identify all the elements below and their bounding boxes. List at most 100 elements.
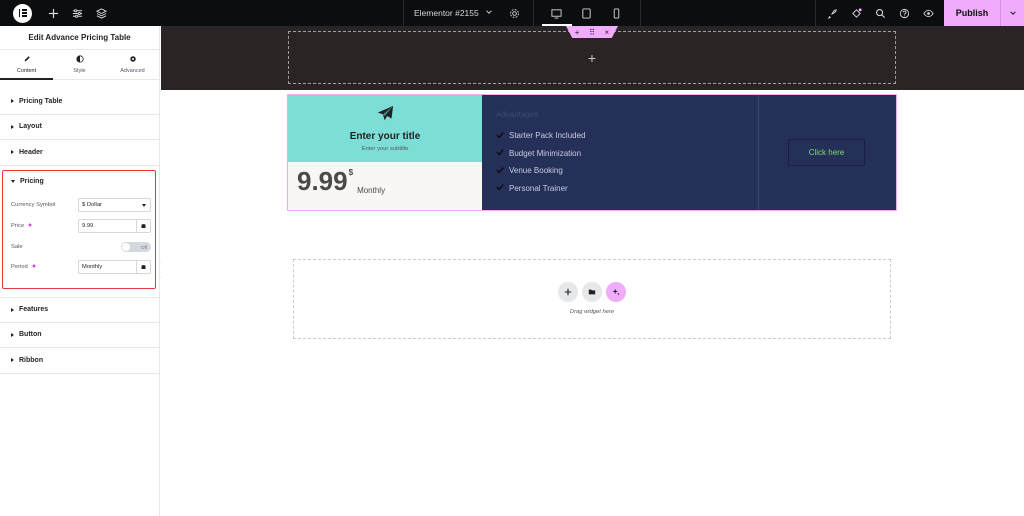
- section-pricing-expanded: Pricing Currency Symbol $ Dollar Price 9…: [2, 170, 156, 289]
- section-label: Pricing Table: [19, 97, 63, 105]
- section-ribbon[interactable]: Ribbon: [0, 348, 159, 374]
- feature-item: Personal Trainer: [496, 180, 758, 198]
- check-icon: [496, 166, 504, 176]
- search-icon[interactable]: [868, 0, 892, 26]
- separator: [532, 0, 534, 26]
- folder-icon: [588, 289, 596, 295]
- sale-toggle[interactable]: Off: [121, 242, 151, 252]
- section-label: Pricing: [20, 177, 44, 185]
- document-title-dropdown[interactable]: Elementor #2155: [403, 0, 503, 26]
- price-input[interactable]: 9.99: [78, 219, 151, 233]
- feature-item: Venue Booking: [496, 162, 758, 180]
- top-bar-center: Elementor #2155: [403, 0, 641, 26]
- features-heading: Advantages: [496, 110, 539, 119]
- tab-style[interactable]: Style: [53, 50, 106, 79]
- check-icon: [496, 131, 504, 141]
- pricing-table-left: Enter your title Enter your subtitle 9.9…: [288, 95, 482, 210]
- ai-sparkle-icon[interactable]: [31, 263, 37, 271]
- section-layout[interactable]: Layout: [0, 115, 159, 140]
- ai-sparkle-icon[interactable]: [27, 222, 33, 230]
- help-icon[interactable]: [892, 0, 916, 26]
- currency-symbol-control: Currency Symbol $ Dollar: [11, 198, 151, 212]
- currency-symbol-label: Currency Symbol: [11, 202, 56, 208]
- add-template-button[interactable]: [582, 282, 602, 302]
- caret-right-icon: [11, 332, 14, 337]
- sections-bottom: Features Button Ribbon: [0, 297, 159, 374]
- section-label: Features: [19, 306, 49, 314]
- toggle-knob: [122, 243, 130, 251]
- price-amount: 9.99: [297, 166, 348, 196]
- caret-right-icon: [11, 307, 14, 312]
- section-label: Layout: [19, 123, 42, 131]
- tab-label: Content: [16, 68, 37, 74]
- publish-button[interactable]: Publish: [944, 0, 1000, 26]
- tab-label: Advanced: [120, 68, 145, 74]
- click-here-button[interactable]: Click here: [788, 139, 865, 166]
- pricing-title: Enter your title: [349, 131, 421, 142]
- widget-drop-area[interactable]: Drag widget here: [293, 259, 891, 339]
- pricing-header: Enter your title Enter your subtitle: [288, 95, 482, 162]
- notifications-icon[interactable]: [844, 0, 868, 26]
- feature-label: Budget Minimization: [509, 148, 582, 158]
- section-features[interactable]: Features: [0, 297, 159, 323]
- pricing-button-area: Click here: [759, 95, 896, 210]
- period-label-wrap: Period: [11, 263, 37, 271]
- feature-item: Budget Minimization: [496, 145, 758, 163]
- pricing-price: 9.99 $ Monthly: [288, 162, 482, 210]
- period-control: Period Monthly: [11, 260, 151, 274]
- price-period: Monthly: [357, 186, 386, 195]
- paper-plane-icon: [377, 105, 394, 131]
- pricing-table-widget[interactable]: Enter your title Enter your subtitle 9.9…: [287, 94, 897, 211]
- drag-grid-icon[interactable]: ⠿: [589, 28, 595, 37]
- feature-item: Starter Pack Included: [496, 127, 758, 145]
- sale-control: Sale Off: [11, 240, 151, 254]
- dark-section[interactable]: + + ⠿ ×: [161, 26, 1024, 90]
- desktop-view-icon[interactable]: [541, 0, 572, 26]
- page-settings-gear-icon[interactable]: [503, 0, 527, 26]
- add-section-icon[interactable]: +: [575, 28, 580, 37]
- document-title: Elementor #2155: [414, 8, 479, 18]
- mobile-view-icon[interactable]: [602, 0, 632, 26]
- close-icon[interactable]: ×: [605, 28, 610, 37]
- empty-container-drop-zone[interactable]: +: [288, 31, 896, 84]
- add-plus-icon[interactable]: +: [588, 50, 596, 66]
- currency-symbol-select[interactable]: $ Dollar: [78, 198, 151, 212]
- currency-symbol-value: $ Dollar: [82, 202, 102, 208]
- period-input[interactable]: Monthly: [78, 260, 151, 274]
- site-settings-icon[interactable]: [65, 0, 89, 26]
- editor-canvas: + + ⠿ × Enter your title Enter your subt…: [161, 26, 1024, 516]
- tab-content[interactable]: Content: [0, 50, 53, 80]
- caret-right-icon: [11, 124, 14, 129]
- separator: [815, 0, 816, 26]
- period-value: Monthly: [82, 264, 103, 270]
- caret-right-icon: [11, 99, 14, 104]
- feature-label: Venue Booking: [509, 166, 563, 176]
- ai-build-button[interactable]: [606, 282, 626, 302]
- chevron-down-icon: [485, 8, 493, 18]
- section-handle[interactable]: + ⠿ ×: [566, 26, 618, 38]
- publish-options-chevron-icon[interactable]: [1000, 0, 1024, 26]
- section-label: Header: [19, 148, 43, 156]
- feature-label: Starter Pack Included: [509, 131, 586, 141]
- tab-advanced[interactable]: Advanced: [106, 50, 159, 79]
- sale-label: Sale: [11, 244, 23, 250]
- price-label-wrap: Price: [11, 222, 33, 230]
- dynamic-tags-icon[interactable]: [136, 220, 150, 232]
- section-pricing-table[interactable]: Pricing Table: [0, 89, 159, 115]
- preview-eye-icon[interactable]: [916, 0, 940, 26]
- section-header[interactable]: Header: [0, 140, 159, 166]
- add-element-icon[interactable]: [41, 0, 65, 26]
- elementor-logo-icon[interactable]: [13, 3, 32, 23]
- structure-layers-icon[interactable]: [89, 0, 113, 26]
- dynamic-tags-icon[interactable]: [136, 261, 150, 273]
- panel-tabs: Content Style Advanced: [0, 50, 159, 80]
- add-section-button[interactable]: [558, 282, 578, 302]
- section-button[interactable]: Button: [0, 323, 159, 348]
- price-label: Price: [11, 223, 25, 229]
- caret-right-icon: [11, 150, 14, 155]
- tab-label: Style: [73, 68, 86, 74]
- check-icon: [496, 183, 504, 193]
- rocket-icon[interactable]: [820, 0, 844, 26]
- tablet-view-icon[interactable]: [572, 0, 602, 26]
- section-pricing-header[interactable]: Pricing: [3, 171, 155, 191]
